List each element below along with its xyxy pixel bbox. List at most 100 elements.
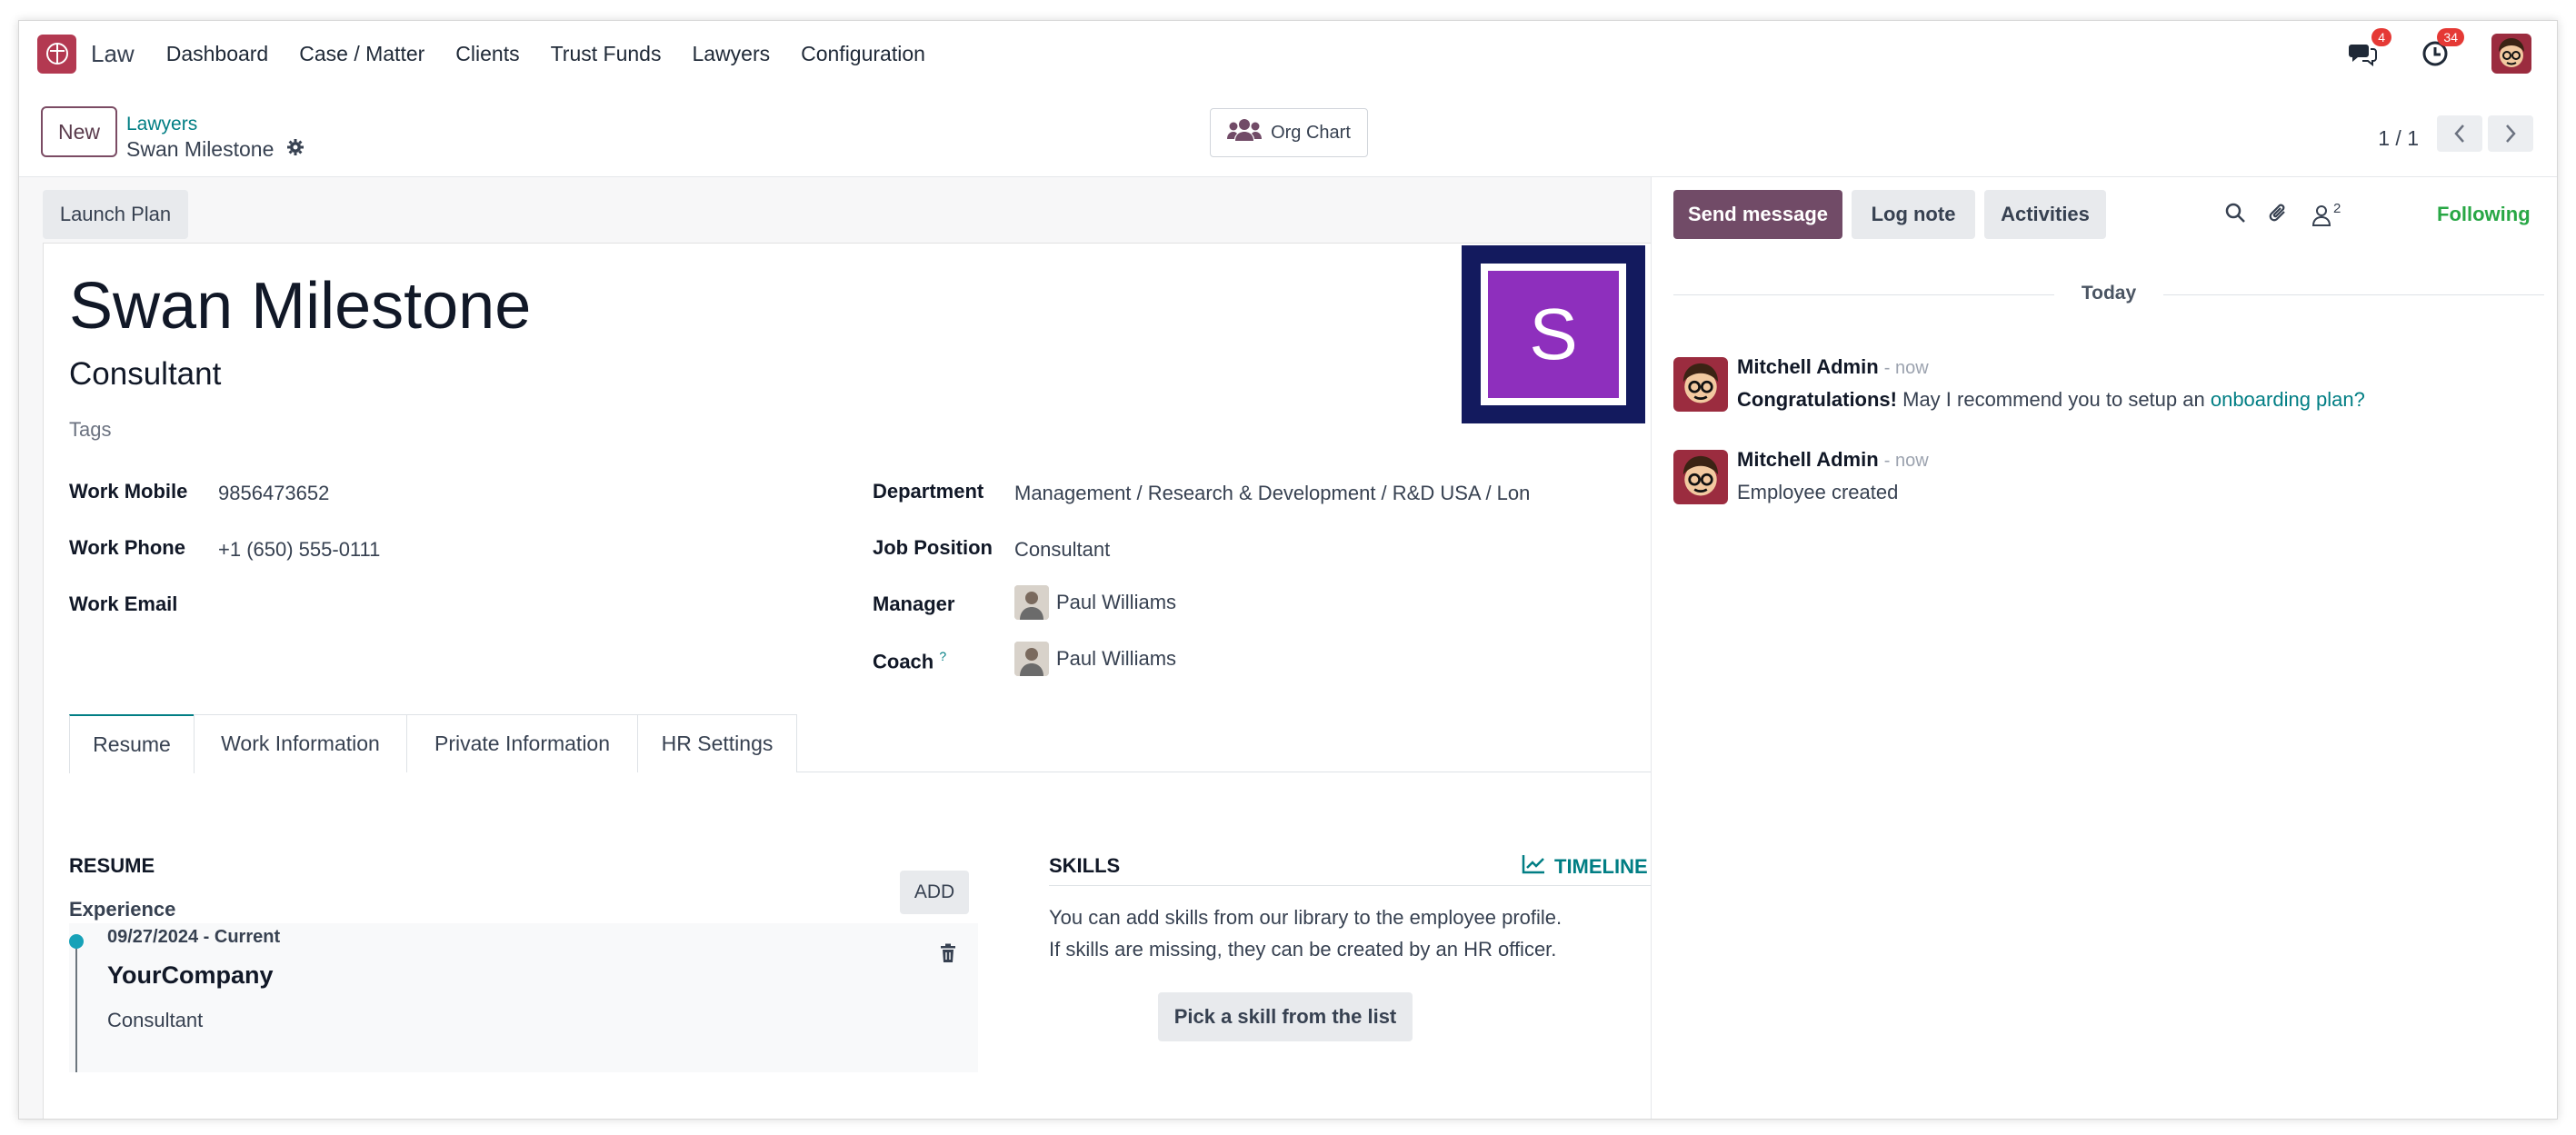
resume-entry-company: YourCompany — [107, 961, 274, 989]
law-app-icon[interactable] — [37, 34, 76, 74]
followers-count: 2 — [2333, 200, 2341, 216]
app-window: Law Dashboard Case / Matter Clients Trus… — [18, 20, 2558, 1120]
add-resume-button[interactable]: ADD — [900, 871, 969, 914]
tab-work-information[interactable]: Work Information — [194, 714, 407, 772]
users-icon — [1227, 117, 1263, 148]
control-panel: New Lawyers Swan Milestone Org Chart 1 /… — [19, 86, 2557, 177]
chat-icon[interactable]: 4 — [2346, 28, 2391, 70]
tags-field[interactable]: Tags — [69, 418, 111, 442]
clock-icon[interactable]: 34 — [2419, 28, 2464, 70]
tab-hr-settings[interactable]: HR Settings — [637, 714, 797, 772]
message-time: - now — [1883, 358, 1929, 378]
following-button[interactable]: Following — [2437, 203, 2531, 226]
coach-name: Paul Williams — [1056, 647, 1177, 670]
manager-avatar — [1014, 585, 1049, 620]
message-author: Mitchell Admin - now — [1737, 355, 1929, 379]
menu-lawyers[interactable]: Lawyers — [692, 42, 770, 66]
skills-divider — [1049, 885, 1652, 886]
resume-entry-role: Consultant — [107, 1009, 204, 1031]
timeline-dot — [69, 934, 84, 949]
pick-skill-button[interactable]: Pick a skill from the list — [1158, 992, 1413, 1041]
menu-trust-funds[interactable]: Trust Funds — [551, 42, 662, 66]
chart-line-icon — [1522, 854, 1545, 880]
message-text: May I recommend you to setup an — [1897, 388, 2211, 411]
breadcrumb-current: Swan Milestone — [126, 137, 275, 161]
launch-plan-button[interactable]: Launch Plan — [43, 190, 188, 239]
resume-title: RESUME — [69, 854, 155, 877]
work-mobile-label: Work Mobile — [69, 480, 188, 503]
author-name[interactable]: Mitchell Admin — [1737, 448, 1879, 471]
work-phone-label: Work Phone — [69, 536, 185, 559]
gear-icon[interactable] — [286, 137, 305, 162]
tab-private-information[interactable]: Private Information — [406, 714, 638, 772]
coach-avatar — [1014, 642, 1049, 676]
timeline-label: TIMELINE — [1554, 855, 1648, 878]
work-mobile-field[interactable]: 9856473652 — [218, 482, 329, 505]
message-body: Congratulations! May I recommend you to … — [1737, 388, 2365, 412]
form-area: Launch Plan Swan Milestone Consultant Ta… — [19, 177, 1652, 1119]
chatter-message: Mitchell Admin - now Employee created — [1673, 448, 2491, 508]
send-message-button[interactable]: Send message — [1673, 190, 1842, 239]
work-email-label: Work Email — [69, 592, 178, 615]
resume-entry-date: 09/27/2024 - Current — [107, 927, 281, 947]
menu-dashboard[interactable]: Dashboard — [166, 42, 269, 66]
author-name[interactable]: Mitchell Admin — [1737, 355, 1879, 378]
user-avatar[interactable] — [2491, 34, 2531, 74]
department-label: Department — [873, 480, 984, 503]
skills-title: SKILLS — [1049, 854, 1121, 877]
org-chart-label: Org Chart — [1271, 122, 1351, 143]
chatter-panel: Send message Log note Activities 2 Follo… — [1651, 177, 2557, 1119]
breadcrumb: Swan Milestone — [126, 137, 305, 162]
department-field[interactable]: Management / Research & Development / R&… — [1014, 482, 1530, 505]
manager-name: Paul Williams — [1056, 591, 1177, 613]
skills-help-line-1: You can add skills from our library to t… — [1049, 906, 1563, 929]
author-avatar[interactable] — [1673, 357, 1728, 412]
employee-name[interactable]: Swan Milestone — [69, 269, 531, 343]
search-icon[interactable] — [2224, 202, 2246, 228]
log-note-button[interactable]: Log note — [1852, 190, 1975, 239]
menu-configuration[interactable]: Configuration — [801, 42, 925, 66]
tab-resume[interactable]: Resume — [69, 714, 195, 773]
pager-previous-button[interactable] — [2437, 115, 2482, 152]
employee-job-title[interactable]: Consultant — [69, 356, 221, 393]
coach-field[interactable]: Paul Williams — [1014, 642, 1176, 676]
app-name[interactable]: Law — [91, 40, 135, 68]
onboarding-plan-link[interactable]: onboarding plan? — [2211, 388, 2365, 411]
timeline-button[interactable]: TIMELINE — [1522, 854, 1648, 880]
work-email-field[interactable] — [218, 594, 764, 620]
author-avatar[interactable] — [1673, 450, 1728, 504]
followers-icon[interactable]: 2 — [2311, 200, 2341, 226]
coach-label-text: Coach — [873, 650, 934, 673]
job-position-field[interactable]: Consultant — [1014, 538, 1110, 562]
manager-label: Manager — [873, 592, 955, 615]
coach-label: Coach ? — [873, 649, 946, 673]
form-sheet: Swan Milestone Consultant Tags S Work Mo… — [43, 243, 1652, 1119]
skills-help-text: You can add skills from our library to t… — [1049, 901, 1562, 965]
messages-badge: 4 — [2371, 28, 2391, 46]
date-separator: Today — [1673, 283, 2545, 304]
breadcrumb-parent[interactable]: Lawyers — [126, 114, 197, 135]
job-position-label: Job Position — [873, 536, 993, 559]
org-chart-button[interactable]: Org Chart — [1210, 108, 1368, 157]
resume-entry[interactable]: 09/27/2024 - Current YourCompany Consult… — [69, 923, 978, 1072]
menu-case-matter[interactable]: Case / Matter — [299, 42, 424, 66]
form-tabs: Resume Work Information Private Informat… — [69, 714, 1652, 773]
trash-icon[interactable] — [940, 943, 956, 968]
skills-help-line-2: If skills are missing, they can be creat… — [1049, 938, 1557, 961]
coach-help-icon[interactable]: ? — [939, 649, 946, 663]
message-time: - now — [1883, 451, 1929, 471]
message-author: Mitchell Admin - now — [1737, 448, 1929, 472]
date-separator-label: Today — [2081, 283, 2137, 304]
new-button[interactable]: New — [41, 106, 117, 157]
pager-value[interactable]: 1 / 1 — [2378, 126, 2419, 151]
timeline-line — [75, 949, 77, 1072]
pager-next-button[interactable] — [2488, 115, 2533, 152]
separator-line — [2163, 294, 2545, 295]
menu-clients[interactable]: Clients — [455, 42, 519, 66]
paperclip-icon[interactable] — [2268, 201, 2290, 229]
work-phone-field[interactable]: +1 (650) 555-0111 — [218, 538, 380, 562]
message-strong: Congratulations! — [1737, 388, 1897, 411]
employee-avatar[interactable]: S — [1462, 245, 1645, 423]
manager-field[interactable]: Paul Williams — [1014, 585, 1176, 620]
activities-button[interactable]: Activities — [1984, 190, 2106, 239]
